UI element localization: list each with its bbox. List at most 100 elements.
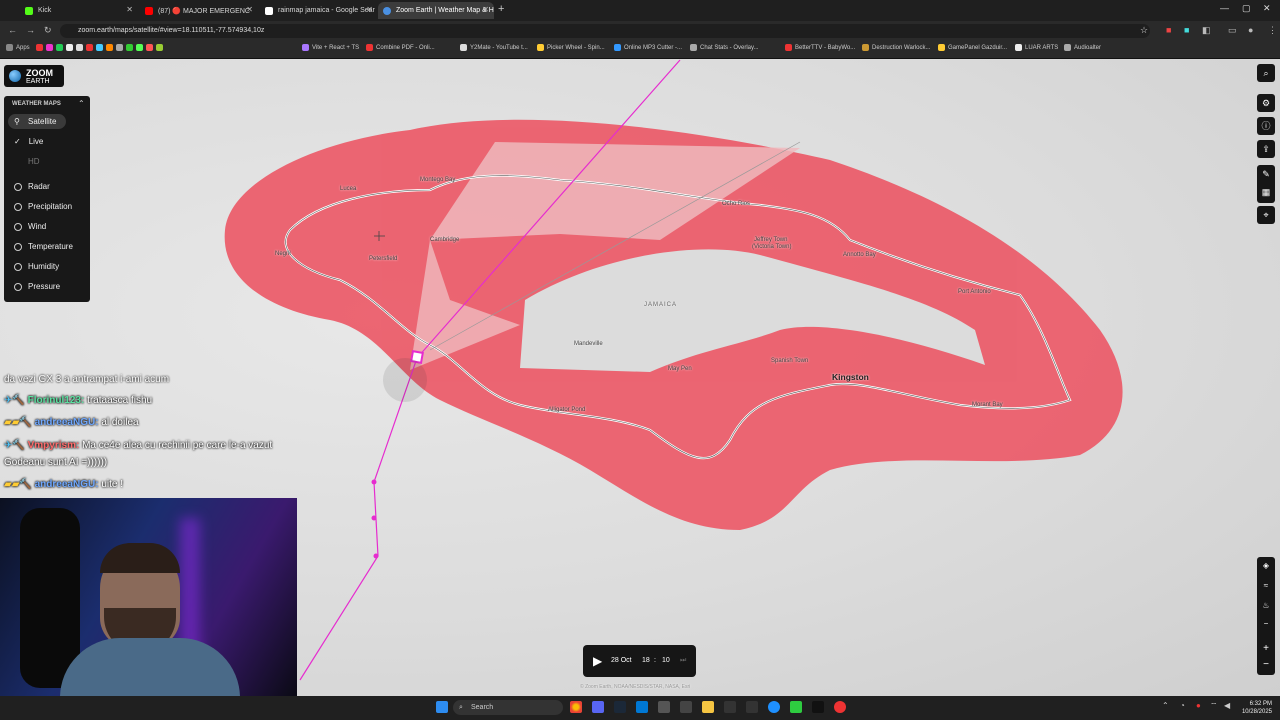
zoom-out-button[interactable]: − [1257,659,1275,670]
forward-icon[interactable]: → [26,25,35,35]
bookmark-chat-stats[interactable]: Chat Stats - Overlay... [690,44,759,51]
bookmark-destruction[interactable]: Destruction Warlock... [862,44,930,51]
new-tab-button[interactable]: + [498,3,504,15]
hour-value[interactable]: 18 [642,657,650,664]
start-icon[interactable] [436,701,448,713]
bookmark-audioalter[interactable]: Audioalter [1064,44,1101,51]
app-icon[interactable] [724,701,736,713]
map-controls-stack: ◈ ≈ ♨ − + − [1257,557,1275,675]
app-icon[interactable] [768,701,780,713]
zoom-in-button[interactable]: + [1257,643,1275,654]
layer-pressure[interactable]: Pressure [14,282,60,291]
extension-icon[interactable]: ■ [1184,25,1189,35]
tab-label: (87) 🔴 MAJOR EMERGENC [158,7,250,15]
bookmark-combine-pdf[interactable]: Combine PDF - Onli... [366,44,435,51]
tab-label: rainmap jamaica - Google Sear [278,7,375,14]
back-icon[interactable]: ← [8,25,17,35]
minute-value[interactable]: 10 [662,657,670,664]
maximize-button[interactable]: ▢ [1242,3,1251,14]
badge-icon: ▰▰🔨 [4,417,35,428]
layer-radar[interactable]: Radar [14,182,50,191]
wifi-icon[interactable]: ⌔ [1210,701,1218,711]
app-icon[interactable] [834,701,846,713]
layer-wind[interactable]: Wind [14,222,46,231]
url-input[interactable]: zoom.earth/maps/satellite/#view=18.11051… [60,24,1150,38]
folder-icon[interactable] [702,701,714,713]
network-icon[interactable]: ◔ [1180,701,1185,710]
layer-temperature[interactable]: Temperature [14,242,73,251]
layer-precipitation[interactable]: Precipitation [14,202,72,211]
profile-avatar[interactable]: ● [1248,25,1253,35]
vscode-icon[interactable] [636,701,648,713]
shirt [60,638,240,696]
tab-youtube[interactable]: (87) 🔴 MAJOR EMERGENC ✕ [140,2,258,19]
volume-icon[interactable]: ◀ [1224,701,1230,710]
app-icon[interactable] [812,701,824,713]
place-label: Morant Bay [972,402,1003,408]
satellite-button[interactable]: ⚲ Satellite [8,114,66,129]
skip-forward-icon[interactable]: ⏭ [680,657,686,665]
bookmark-picker-wheel[interactable]: Picker Wheel - Spin... [537,44,605,51]
place-label: Jeffrey Town [754,237,788,243]
time-separator: : [654,657,656,664]
hd-option[interactable]: HD [28,157,40,166]
chat-text: Godeanu sunt AI =)))))) [4,457,108,468]
steam-icon[interactable] [614,701,626,713]
bookmark-luar-arts[interactable]: LUAR ARTS [1015,44,1058,51]
zoom-earth-logo[interactable]: ZOOM EARTH [4,65,64,87]
google-icon [265,6,273,15]
close-icon[interactable]: ✕ [366,5,373,14]
taskbar-search[interactable]: ⌕ Search [453,700,563,715]
taskbar-clock[interactable]: 6:32 PM 10/28/2025 [1242,700,1272,716]
logo-text: ZOOM [26,68,53,78]
bookmark-apps[interactable]: Apps [6,44,30,51]
collapse-chevron-icon[interactable]: ⌃ [78,99,85,108]
info-icon[interactable]: ⓘ [1257,117,1275,135]
app-icon[interactable] [658,701,670,713]
date-value[interactable]: 28 Oct [611,657,632,664]
tab-google[interactable]: rainmap jamaica - Google Sear ✕ [260,2,378,19]
tab-kick[interactable]: Kick ✕ [20,2,138,19]
bookmark-vite[interactable]: Vite + React + TS [302,44,359,51]
chrome-icon[interactable] [570,701,582,713]
app-icon[interactable] [790,701,802,713]
close-icon[interactable]: ✕ [246,5,253,14]
minimize-button[interactable]: — [1220,3,1229,13]
chat-message-cont: Godeanu sunt AI =)))))) [4,457,107,468]
app-icon[interactable] [746,701,758,713]
search-icon[interactable]: ⌕ [1257,64,1275,82]
extensions-puzzle-icon[interactable]: ◧ [1202,25,1211,36]
mic-icon[interactable]: ● [1196,701,1201,710]
layer-label: Temperature [28,242,73,251]
layer-humidity[interactable]: Humidity [14,262,59,271]
webcam-feed [0,498,297,696]
bookmark-star-icon[interactable]: ☆ [1140,25,1148,36]
sidebar-icon[interactable]: ▭ [1228,25,1237,36]
extension-icon[interactable]: ■ [1166,25,1171,35]
wind-icon[interactable]: ≈ [1257,581,1275,590]
fire-icon[interactable]: ♨ [1257,601,1275,610]
bookmark-gamepanel[interactable]: GamePanel Gazduir... [938,44,1007,51]
bookmark-y2mate[interactable]: Y2Mate - YouTube t... [460,44,528,51]
tab-zoom-earth[interactable]: Zoom Earth | Weather Map & H ✕ [378,2,494,19]
bookmark-mp3-cutter[interactable]: Online MP3 Cutter -... [614,44,682,51]
reload-icon[interactable]: ↻ [44,25,52,36]
share-icon[interactable]: ⇪ [1257,140,1275,158]
locate-icon[interactable]: ⌖ [1257,206,1275,224]
gear-icon[interactable]: ⚙ [1257,94,1275,112]
close-icon[interactable]: ✕ [482,5,489,14]
tray-chevron-icon[interactable]: ⌃ [1162,701,1169,710]
bookmark-label: Destruction Warlock... [872,44,931,51]
discord-icon[interactable] [592,701,604,713]
bookmark-betterttv[interactable]: BetterTTV - BabyWo... [785,44,855,51]
live-option[interactable]: ✓ Live [14,137,43,146]
close-icon[interactable]: ✕ [126,5,133,14]
layers-icon[interactable]: ◈ [1257,561,1275,570]
window-close-button[interactable]: ✕ [1263,3,1271,14]
menu-dots-icon[interactable]: ⋮ [1268,25,1277,36]
play-icon[interactable]: ▶ [593,654,602,668]
check-icon: ✓ [14,137,21,146]
measure-tools[interactable]: ✎ ▦ [1257,165,1275,203]
calculator-icon[interactable] [680,701,692,713]
minus-icon[interactable]: − [1257,619,1275,628]
